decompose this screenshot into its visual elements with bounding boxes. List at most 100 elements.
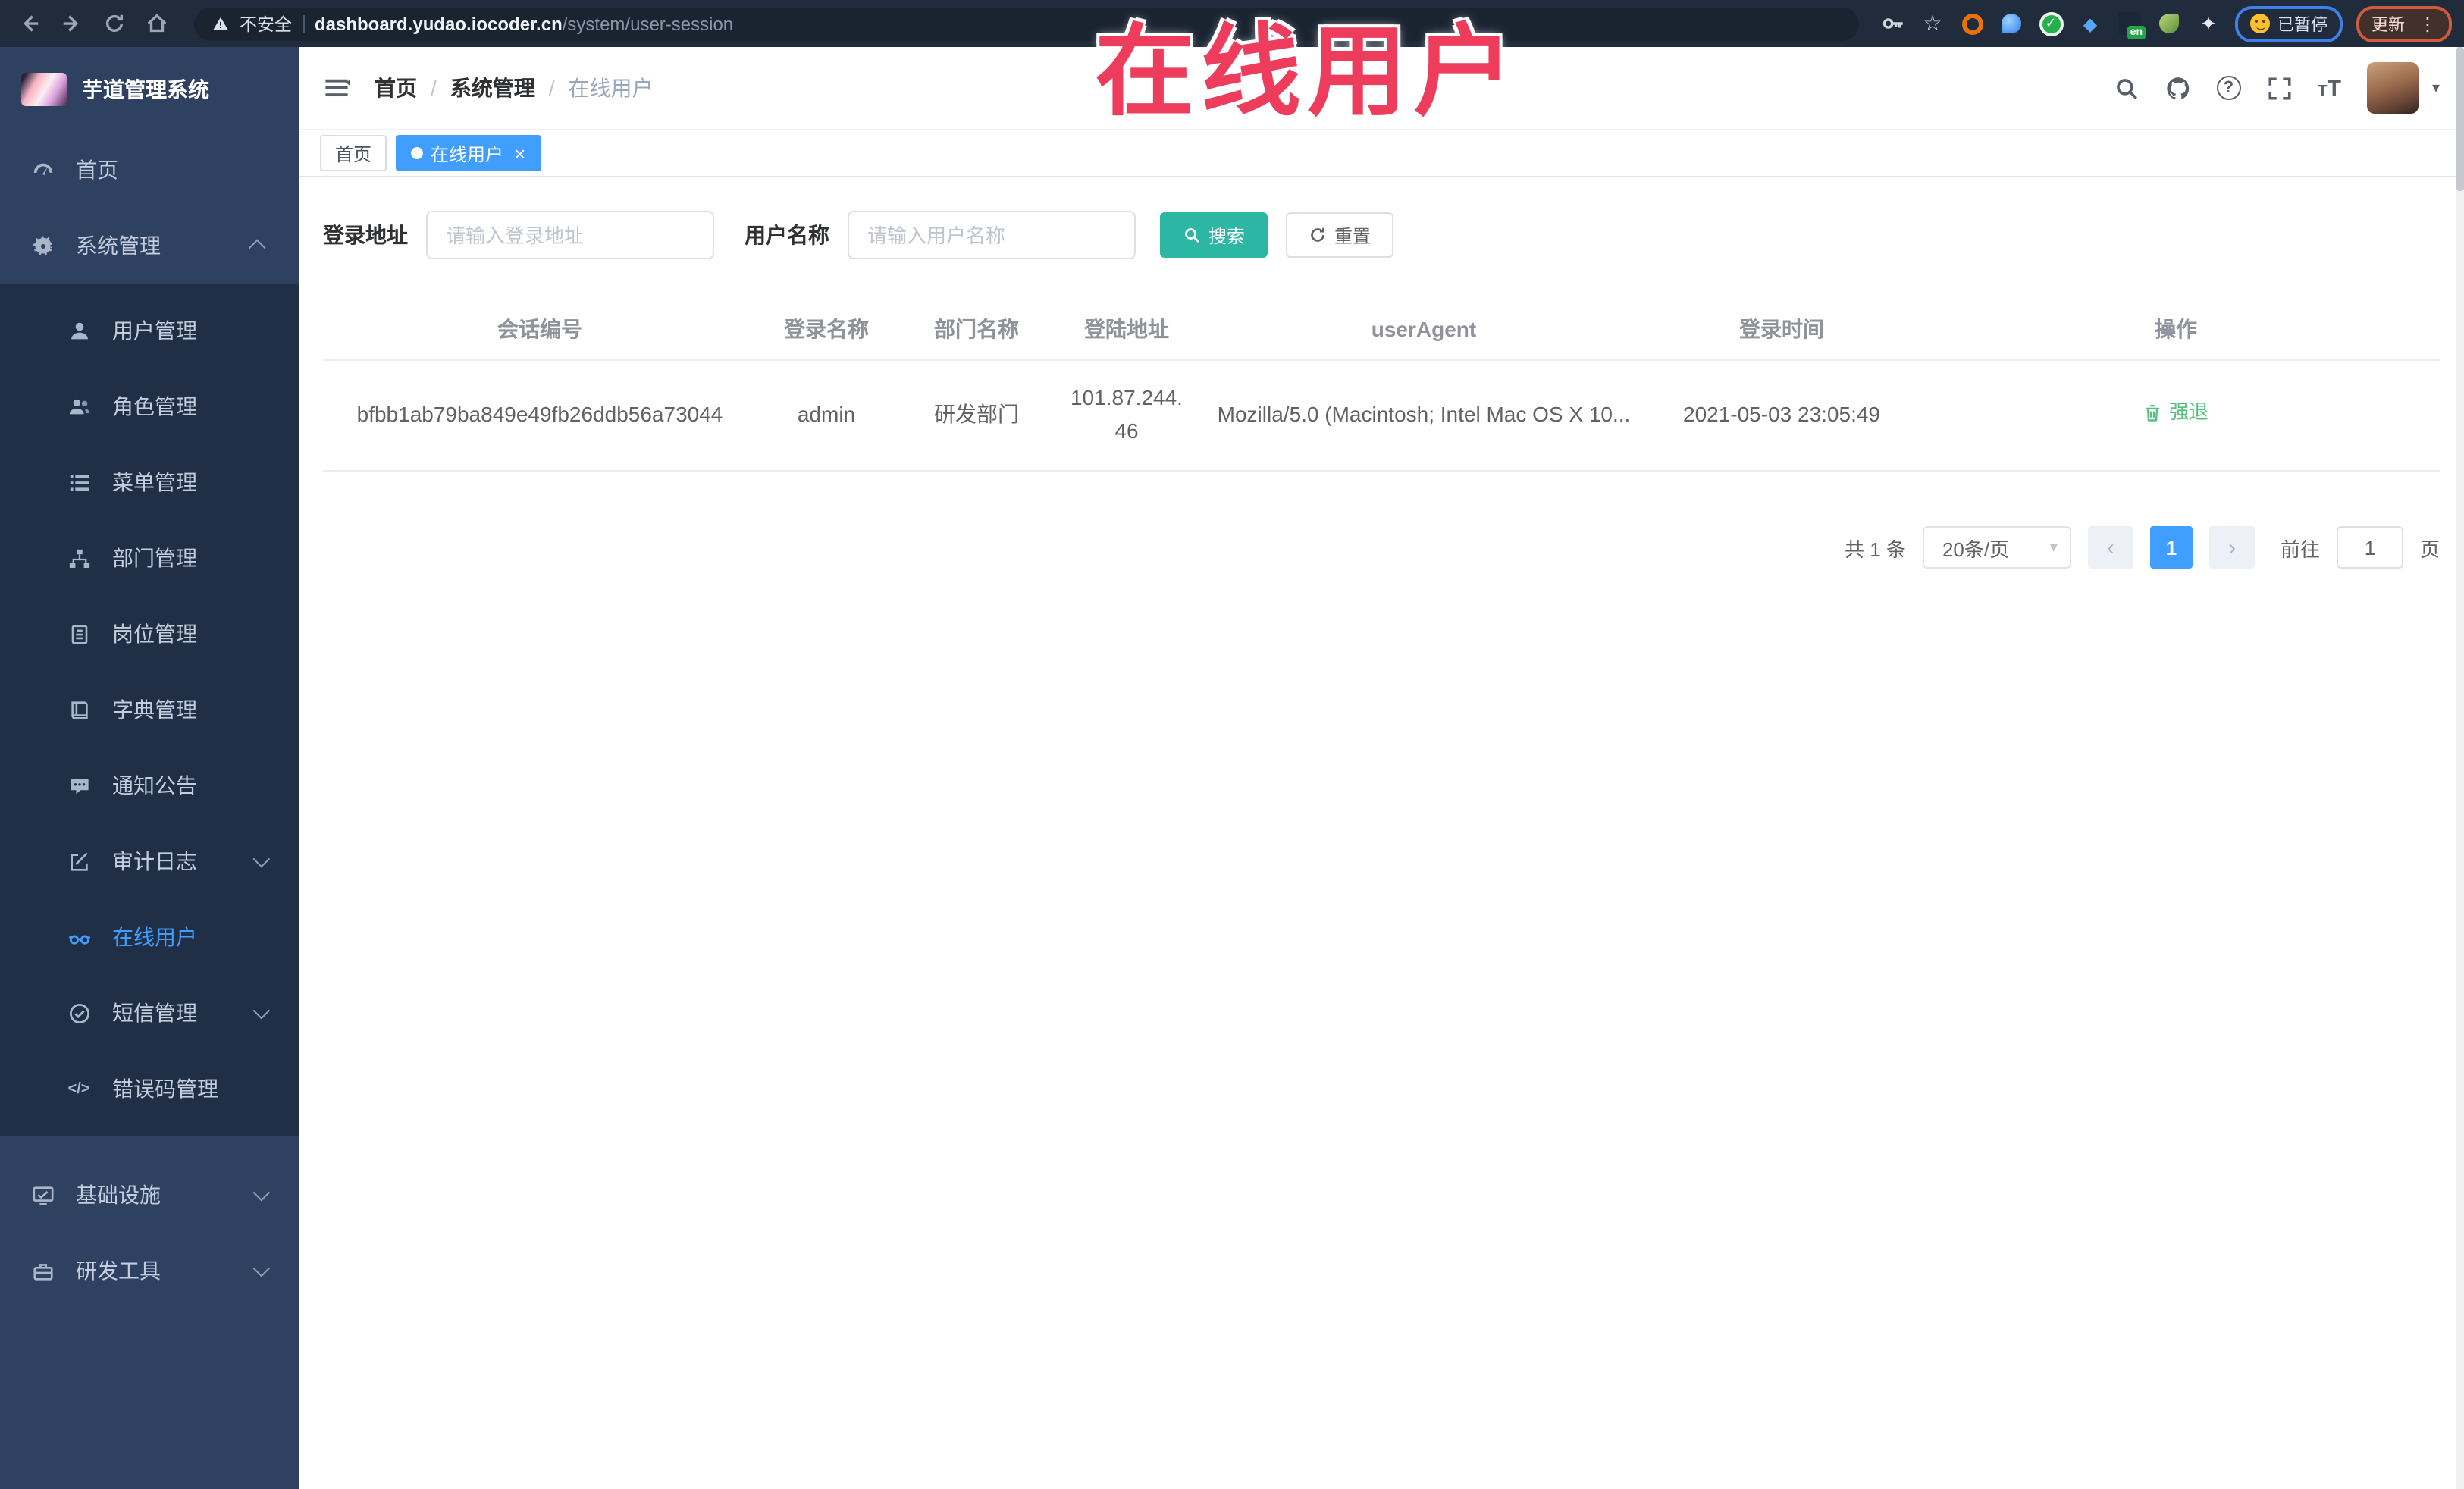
search-button[interactable]: 搜索 — [1160, 212, 1268, 258]
home-icon[interactable] — [140, 7, 173, 40]
chevron-down-icon — [252, 850, 271, 868]
extension-leaf-icon[interactable] — [2156, 11, 2182, 36]
scrollbar-thumb[interactable] — [2456, 47, 2464, 191]
prev-page-button[interactable]: ‹ — [2087, 526, 2133, 569]
col-user-agent: userAgent — [1196, 299, 1651, 361]
security-label[interactable]: 不安全 — [240, 11, 292, 36]
sidebar-item-home[interactable]: 首页 — [0, 132, 299, 208]
total-count: 共 1 条 — [1845, 538, 1906, 560]
cell-session-id: bfbb1ab79ba849e49fb26ddb56a73044 — [323, 360, 757, 472]
reset-button[interactable]: 重置 — [1286, 212, 1394, 258]
cell-user-agent: Mozilla/5.0 (Macintosh; Intel Mac OS X 1… — [1196, 360, 1651, 472]
app-logo-row[interactable]: 芋道管理系统 — [0, 47, 299, 132]
close-icon[interactable]: × — [514, 143, 525, 163]
extension-green-check-icon[interactable]: ✓ — [2038, 11, 2064, 36]
sidebar-item-notice-announcement[interactable]: 通知公告 — [0, 748, 299, 823]
select-caret-icon: ▾ — [2049, 539, 2058, 556]
profile-paused-chip[interactable]: 已暂停 — [2235, 5, 2343, 42]
monitor-icon — [30, 1183, 55, 1207]
tag-home[interactable]: 首页 — [320, 135, 387, 171]
sidebar: 芋道管理系统 首页 系统管理 用户管理 角色管理 菜单管理 部门管理 岗位管理 … — [0, 47, 299, 1489]
address-bar[interactable]: 不安全 dashboard.yudao.iocoder.cn/system/us… — [194, 7, 1859, 40]
breadcrumb-separator: / — [431, 76, 437, 100]
extensions-puzzle-icon[interactable]: ✦ — [2196, 11, 2221, 36]
avatar-caret-icon[interactable]: ▾ — [2432, 80, 2440, 96]
bookmark-star-icon[interactable]: ☆ — [1920, 11, 1945, 36]
extension-diamond-icon[interactable]: ◆ — [2077, 11, 2103, 36]
sidebar-item-label: 首页 — [76, 158, 118, 182]
tags-bar: 首页 在线用户 × — [299, 130, 2464, 177]
sidebar-item-menu-management[interactable]: 菜单管理 — [0, 444, 299, 520]
sidebar-item-label: 研发工具 — [76, 1259, 161, 1283]
browser-update-button[interactable]: 更新 ⋮ — [2356, 5, 2452, 42]
sidebar-item-audit-log[interactable]: 审计日志 — [0, 823, 299, 899]
sidebar-item-label: 用户管理 — [112, 318, 197, 343]
toolbox-icon — [30, 1259, 55, 1283]
forward-icon[interactable] — [55, 7, 88, 40]
github-icon[interactable] — [2165, 75, 2190, 101]
chevron-down-icon — [252, 1002, 271, 1020]
sidebar-item-post-management[interactable]: 岗位管理 — [0, 596, 299, 672]
force-logout-button[interactable]: 强退 — [2143, 398, 2209, 428]
chevron-down-icon — [252, 1183, 271, 1202]
browser-toolbar: 不安全 dashboard.yudao.iocoder.cn/system/us… — [0, 0, 2464, 47]
breadcrumb-current: 在线用户 — [568, 76, 654, 100]
goto-label: 前往 — [2280, 538, 2320, 560]
font-size-icon[interactable]: TT — [2318, 77, 2341, 99]
page-scrollbar[interactable] — [2456, 47, 2464, 1489]
help-icon[interactable]: ? — [2216, 76, 2241, 100]
username-input[interactable] — [848, 211, 1136, 259]
code-icon: </> — [67, 1080, 90, 1097]
sidebar-item-user-management[interactable]: 用户管理 — [0, 293, 299, 368]
user-avatar[interactable] — [2366, 62, 2419, 114]
sidebar-item-system-management[interactable]: 系统管理 — [0, 208, 299, 284]
goto-page-input[interactable] — [2336, 526, 2403, 569]
page-number-1[interactable]: 1 — [2149, 526, 2193, 569]
search-form: 登录地址 用户名称 搜索 重置 — [323, 211, 2440, 259]
sidebar-item-label: 基础设施 — [76, 1183, 161, 1207]
extension-translate-icon[interactable]: en — [2117, 11, 2146, 39]
sidebar-toggle-icon[interactable] — [323, 74, 350, 102]
extension-drop-icon[interactable] — [1998, 11, 2024, 36]
sidebar-item-sms-management[interactable]: 短信管理 — [0, 975, 299, 1051]
address-label: 登录地址 — [323, 223, 408, 247]
fullscreen-icon[interactable] — [2266, 75, 2292, 101]
cell-dept: 研发部门 — [896, 360, 1057, 472]
screenshot-root: 不安全 dashboard.yudao.iocoder.cn/system/us… — [0, 0, 2464, 1489]
chevron-up-icon — [248, 239, 266, 257]
cell-ip: 101.87.244.46 — [1057, 360, 1196, 472]
back-icon[interactable] — [12, 7, 45, 40]
gear-icon — [30, 234, 55, 258]
reload-icon[interactable] — [97, 7, 130, 40]
tag-online-users[interactable]: 在线用户 × — [396, 135, 541, 171]
extension-orange-icon[interactable] — [1959, 11, 1985, 36]
next-page-button[interactable]: › — [2209, 526, 2255, 569]
key-icon[interactable] — [1880, 11, 1906, 36]
sidebar-item-infrastructure[interactable]: 基础设施 — [0, 1157, 299, 1233]
emoji-avatar-icon — [2250, 14, 2270, 33]
search-icon[interactable] — [2113, 75, 2139, 101]
address-input[interactable] — [426, 211, 714, 259]
sidebar-item-online-users[interactable]: 在线用户 — [0, 899, 299, 975]
sidebar-item-dev-tools[interactable]: 研发工具 — [0, 1233, 299, 1309]
cell-login-time: 2021-05-03 23:05:49 — [1651, 360, 1912, 472]
sidebar-item-role-management[interactable]: 角色管理 — [0, 368, 299, 444]
sidebar-item-dept-management[interactable]: 部门管理 — [0, 520, 299, 596]
edit-icon — [67, 849, 91, 873]
app-navbar: 首页 / 系统管理 / 在线用户 ? TT ▾ — [299, 47, 2464, 130]
sidebar-item-dict-management[interactable]: 字典管理 — [0, 672, 299, 748]
navbar-actions: ? TT ▾ — [2113, 62, 2440, 114]
active-dot-icon — [411, 147, 424, 159]
sidebar-item-label: 岗位管理 — [112, 622, 197, 646]
browser-menu-icon[interactable]: ⋮ — [2419, 14, 2437, 33]
breadcrumb-home[interactable]: 首页 — [375, 73, 417, 103]
page-size-select[interactable]: 20条/页 ▾ — [1922, 526, 2071, 569]
sidebar-item-label: 角色管理 — [112, 394, 197, 418]
org-tree-icon — [67, 546, 91, 570]
breadcrumb-system[interactable]: 系统管理 — [450, 73, 535, 103]
app-frame: 芋道管理系统 首页 系统管理 用户管理 角色管理 菜单管理 部门管理 岗位管理 … — [0, 47, 2464, 1489]
sidebar-item-label: 审计日志 — [112, 849, 197, 873]
check-circle-icon — [67, 1001, 91, 1025]
sidebar-item-error-code-management[interactable]: </> 错误码管理 — [0, 1051, 299, 1127]
breadcrumb: 首页 / 系统管理 / 在线用户 — [375, 73, 654, 103]
